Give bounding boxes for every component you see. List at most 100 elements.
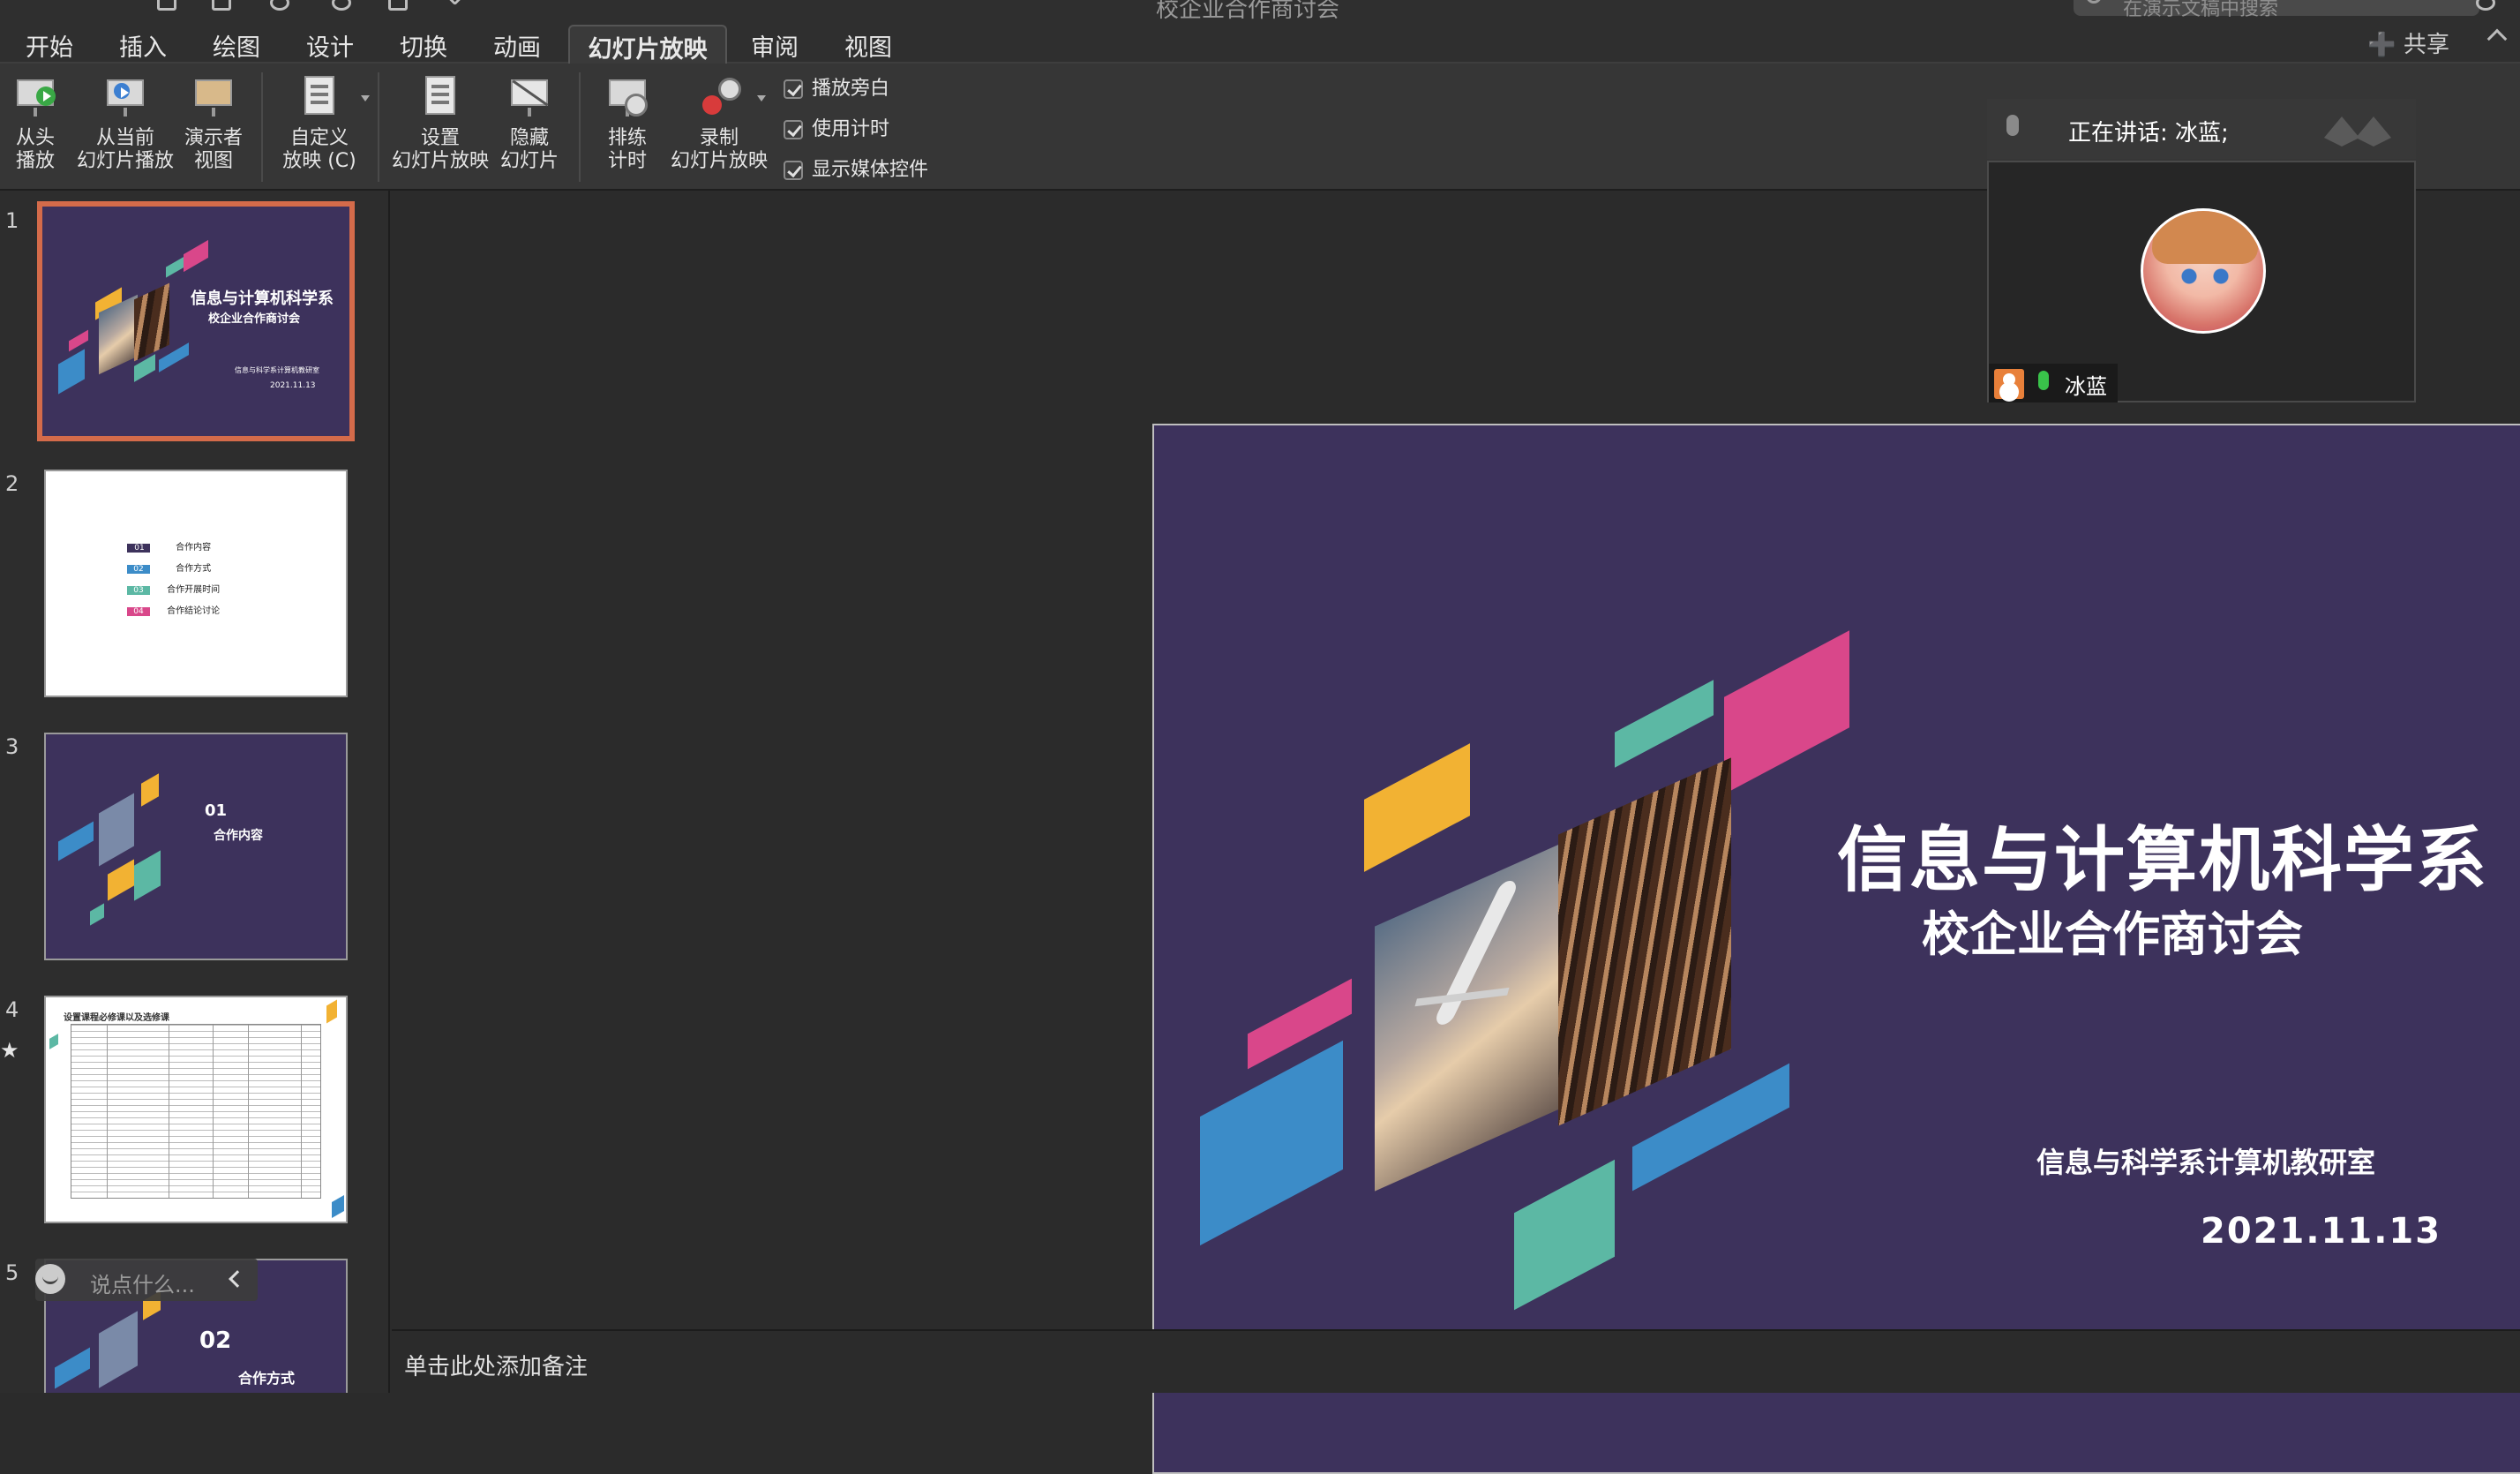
play-narrations-checkbox[interactable]: 播放旁白 — [784, 72, 889, 101]
toc-item: 03 合作开展时间 — [127, 579, 220, 595]
slide-thumbnail-pane[interactable]: 1 信息与计算机科学系 校企业合作商讨会 信息与科学系计算机教研室 2021.1… — [0, 191, 390, 1393]
setup-slideshow-icon — [416, 72, 464, 120]
chat-placeholder: 说点什么... — [90, 1273, 195, 1297]
search-input[interactable]: 在演示文稿中搜索 — [2074, 0, 2479, 19]
show-media-controls-checkbox[interactable]: 显示媒体控件 — [784, 154, 928, 182]
document-title: 校企业合作商讨会 — [1156, 0, 1340, 19]
slide-number: 3 — [5, 734, 19, 759]
save-icon[interactable] — [212, 0, 231, 11]
deco-shape-blue-right — [1632, 1063, 1789, 1192]
setup-slideshow-button[interactable]: 设置 幻灯片放映 — [392, 72, 489, 173]
deco-shape-blue-left — [1200, 1040, 1343, 1246]
deco-shape-teal-top — [1615, 680, 1714, 768]
participant-video-tile[interactable]: 冰蓝 — [1987, 161, 2416, 402]
toc-text: 合作方式 — [176, 564, 212, 574]
toc-item: 04 合作结论讨论 — [127, 600, 220, 616]
share-button[interactable]: ➕ 共享 — [2367, 26, 2449, 59]
checkbox-checked-icon — [784, 161, 803, 180]
search-placeholder: 在演示文稿中搜索 — [2123, 0, 2279, 19]
airplane-photo — [1375, 842, 1564, 1192]
tab-view[interactable]: 视图 — [831, 25, 905, 64]
tab-review[interactable]: 审阅 — [738, 25, 812, 64]
slide-title[interactable]: 信息与计算机科学系 — [1837, 803, 2508, 906]
play-from-current-button[interactable]: 从当前 幻灯片播放 — [74, 72, 176, 173]
add-person-icon: ➕ — [2367, 32, 2396, 58]
toc-item: 01 合作内容 — [127, 537, 211, 553]
presenter-view-label: 演示者 视图 — [184, 127, 243, 172]
participant-name: 冰蓝 — [2065, 374, 2107, 399]
tab-slideshow[interactable]: 幻灯片放映 — [568, 25, 727, 64]
ribbon-separator — [579, 72, 581, 182]
toc-number: 02 — [127, 565, 150, 574]
hide-slide-button[interactable]: 隐藏 幻灯片 — [499, 72, 559, 173]
thumb-subtitle: 校企业合作商讨会 — [208, 312, 301, 326]
custom-show-button[interactable]: 自定义 放映 (C) — [279, 72, 370, 173]
animation-star-icon: ★ — [0, 1038, 19, 1063]
redo-icon[interactable] — [332, 0, 351, 11]
play-from-start-label: 从头 播放 — [15, 127, 55, 172]
print-icon[interactable] — [388, 0, 408, 11]
slide-thumbnail-2[interactable]: 01 合作内容 02 合作方式 03 合作开展时间 04 合作结论讨论 — [44, 470, 348, 697]
slide-number: 1 — [5, 208, 19, 233]
undo-icon[interactable] — [270, 0, 289, 11]
ribbon-separator — [378, 72, 379, 182]
slide-thumbnail-1[interactable]: 信息与计算机科学系 校企业合作商讨会 信息与科学系计算机教研室 2021.11.… — [37, 201, 355, 441]
toc-text: 合作开展时间 — [167, 585, 221, 595]
notes-pane[interactable]: 单击此处添加备注 — [392, 1329, 2520, 1393]
tab-transitions[interactable]: 切换 — [386, 25, 461, 64]
checkbox-checked-icon — [784, 120, 803, 139]
toc-number: 04 — [127, 607, 150, 616]
slide-number: 2 — [5, 471, 19, 496]
deco-shape-yellow — [1364, 743, 1470, 872]
slide-department[interactable]: 信息与科学系计算机教研室 — [2036, 1140, 2375, 1181]
show-media-controls-label: 显示媒体控件 — [812, 159, 929, 181]
notes-placeholder: 单击此处添加备注 — [404, 1354, 589, 1380]
play-from-start-button[interactable]: 从头 播放 — [9, 72, 62, 173]
building-photo — [1558, 757, 1731, 1126]
toc-number: 03 — [127, 586, 150, 595]
custom-show-icon — [296, 72, 370, 120]
tab-insert[interactable]: 插入 — [106, 25, 180, 64]
thumb-date: 2021.11.13 — [270, 381, 316, 390]
current-slide[interactable]: 信息与计算机科学系 校企业合作商讨会 信息与科学系计算机教研室 2021.11.… — [1152, 424, 2520, 1474]
tab-design[interactable]: 设计 — [293, 25, 367, 64]
thumb-title: 信息与计算机科学系 — [191, 290, 334, 308]
tab-animations[interactable]: 动画 — [480, 25, 554, 64]
presenter-view-icon — [190, 72, 237, 120]
toc-number: 01 — [127, 544, 150, 553]
use-timings-checkbox[interactable]: 使用计时 — [784, 113, 889, 141]
custom-show-label: 自定义 放映 (C) — [282, 127, 356, 172]
customize-chevron-icon[interactable] — [446, 0, 467, 6]
checkbox-checked-icon — [784, 79, 803, 99]
toc-item: 02 合作方式 — [127, 558, 211, 574]
search-icon — [2086, 0, 2102, 4]
setup-slideshow-label: 设置 幻灯片放映 — [392, 127, 490, 172]
microphone-active-icon — [2038, 371, 2049, 390]
emoji-icon[interactable] — [35, 1264, 65, 1294]
tab-draw[interactable]: 绘图 — [199, 25, 274, 64]
person-icon — [1994, 369, 2024, 399]
record-slideshow-button[interactable]: 录制 幻灯片放映 — [671, 72, 768, 173]
slide-subtitle[interactable]: 校企业合作商讨会 — [1922, 895, 2303, 965]
tab-home[interactable]: 开始 — [12, 25, 86, 64]
ribbon-separator — [261, 72, 263, 182]
record-slideshow-label: 录制 幻灯片放映 — [671, 127, 769, 172]
thumb-section-text: 合作内容 — [214, 829, 263, 843]
thumb-section-number: 01 — [205, 801, 228, 820]
thumb-section-number: 02 — [199, 1327, 232, 1354]
use-timings-label: 使用计时 — [812, 118, 890, 140]
participant-avatar — [2141, 208, 2266, 334]
slide-thumbnail-3[interactable]: 01 合作内容 — [44, 733, 348, 960]
hide-slide-label: 隐藏 幻灯片 — [499, 127, 559, 172]
presenter-view-button[interactable]: 演示者 视图 — [182, 72, 245, 173]
deco-shape-teal-bottom — [1514, 1159, 1615, 1311]
home-icon[interactable] — [157, 0, 176, 11]
rehearse-timings-icon — [604, 72, 651, 120]
slide-thumbnail-4[interactable]: 设置课程必修课以及选修课 — [44, 996, 348, 1223]
chat-input[interactable]: 说点什么... — [35, 1259, 258, 1301]
collapse-ribbon-icon[interactable] — [2486, 28, 2508, 49]
slide-date[interactable]: 2021.11.13 — [2201, 1211, 2441, 1252]
meeting-logo-icon — [2324, 117, 2391, 147]
rehearse-timings-button[interactable]: 排练 计时 — [596, 72, 658, 173]
chevron-left-icon[interactable] — [229, 1270, 246, 1288]
